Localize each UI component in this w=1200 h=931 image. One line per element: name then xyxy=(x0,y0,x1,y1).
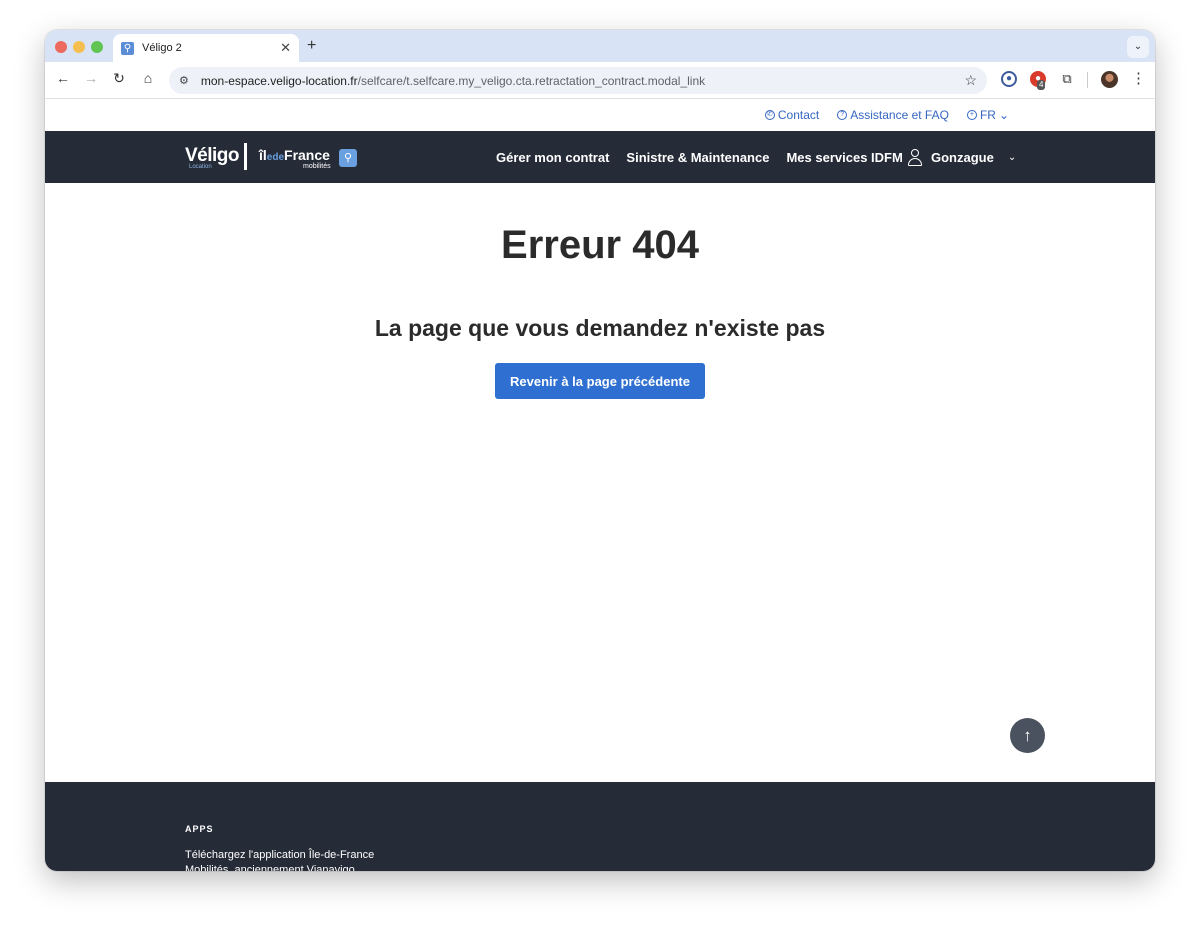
browser-toolbar: ← → ↻ ⌂ ⚙ mon-espace.veligo-location.fr /… xyxy=(45,62,1155,99)
veligo-logo-sub: Location xyxy=(189,164,212,170)
language-label: FR xyxy=(979,108,996,122)
contact-label: Contact xyxy=(777,108,820,122)
profile-avatar[interactable] xyxy=(1101,71,1118,88)
nav-idfm-services[interactable]: Mes services IDFM xyxy=(786,150,902,165)
faq-label: Assistance et FAQ xyxy=(850,108,949,122)
new-tab-button[interactable]: + xyxy=(307,37,316,55)
idf-mobilites-logo[interactable]: îledeFrance xyxy=(259,147,330,163)
forward-arrow-icon[interactable]: → xyxy=(81,70,101,86)
logo-divider xyxy=(244,143,247,170)
utility-bar: ✆ Contact ? Assistance et FAQ + FR ⌄ xyxy=(45,99,1155,131)
footer-apps-text: Téléchargez l'application Île-de-France … xyxy=(185,849,375,871)
close-icon[interactable]: ✕ xyxy=(280,40,291,56)
password-manager-extension-icon[interactable]: ● xyxy=(1001,71,1017,87)
user-menu[interactable]: Gonzague ⌄ xyxy=(907,131,1016,183)
nav-links: Gérer mon contrat Sinistre & Maintenance… xyxy=(496,131,903,183)
more-menu-icon[interactable]: ⋮ xyxy=(1131,69,1146,87)
address-bar[interactable]: ⚙ mon-espace.veligo-location.fr/selfcare… xyxy=(169,67,987,94)
help-icon: ? xyxy=(837,110,848,120)
footer: APPS Téléchargez l'application Île-de-Fr… xyxy=(45,782,1155,871)
faq-link[interactable]: ? Assistance et FAQ xyxy=(837,108,949,122)
bookmark-star-icon[interactable]: ☆ xyxy=(964,72,977,89)
toolbar-divider xyxy=(1087,72,1088,88)
person-icon: ⚲ xyxy=(121,41,134,55)
web-page: ✆ Contact ? Assistance et FAQ + FR ⌄ Véligo … xyxy=(45,99,1155,871)
chevron-down-icon: ⌄ xyxy=(998,108,1009,122)
error-subtitle: La page que vous demandez n'existe pas xyxy=(374,315,826,341)
contact-link[interactable]: ✆ Contact xyxy=(764,108,820,122)
browser-window: ⚲ Véligo 2 ✕ + ⌄ ← → ↻ ⌂ ⚙ mon-espace.ve… xyxy=(45,30,1155,871)
home-icon[interactable]: ⌂ xyxy=(138,70,158,86)
tab-strip: ⚲ Véligo 2 ✕ + ⌄ xyxy=(45,30,1155,62)
minimize-window-button[interactable] xyxy=(73,41,85,53)
back-to-previous-page-button[interactable]: Revenir à la page précédente xyxy=(495,363,705,399)
reload-icon[interactable]: ↻ xyxy=(109,70,129,87)
error-title: Erreur 404 xyxy=(501,223,699,267)
chevron-down-icon: ⌄ xyxy=(1007,151,1017,163)
footer-apps-heading: APPS xyxy=(185,824,214,834)
tab-title: Véligo 2 xyxy=(142,42,182,54)
scroll-to-top-button[interactable]: ↑ xyxy=(1010,718,1045,753)
globe-icon: + xyxy=(966,110,977,120)
user-icon xyxy=(907,148,923,166)
close-window-button[interactable] xyxy=(55,41,67,53)
tab-search-button[interactable]: ⌄ xyxy=(1127,36,1149,58)
user-name: Gonzague xyxy=(931,149,994,165)
arrow-up-icon: ↑ xyxy=(1023,726,1032,745)
language-selector[interactable]: + FR ⌄ xyxy=(966,108,1009,122)
back-arrow-icon[interactable]: ← xyxy=(53,70,73,86)
maximize-window-button[interactable] xyxy=(91,41,103,53)
browser-tab[interactable]: ⚲ Véligo 2 ✕ xyxy=(113,34,299,62)
site-settings-icon[interactable]: ⚙ xyxy=(179,74,189,87)
person-icon: ⚲ xyxy=(339,149,357,167)
nav-claims-maintenance[interactable]: Sinistre & Maintenance xyxy=(626,150,769,165)
phone-icon: ✆ xyxy=(764,110,775,120)
url-host: mon-espace.veligo-location.fr xyxy=(200,73,358,88)
main-navigation: Véligo Location îledeFrance mobilités ⚲ … xyxy=(45,131,1155,183)
idf-logo-sub: mobilités xyxy=(303,163,331,170)
extensions-puzzle-icon[interactable]: ⧉ xyxy=(1059,71,1075,87)
extension-badge: 4 xyxy=(1037,80,1046,90)
url-path: /selfcare/t.selfcare.my_veligo.cta.retra… xyxy=(357,73,706,88)
nav-manage-contract[interactable]: Gérer mon contrat xyxy=(496,150,609,165)
